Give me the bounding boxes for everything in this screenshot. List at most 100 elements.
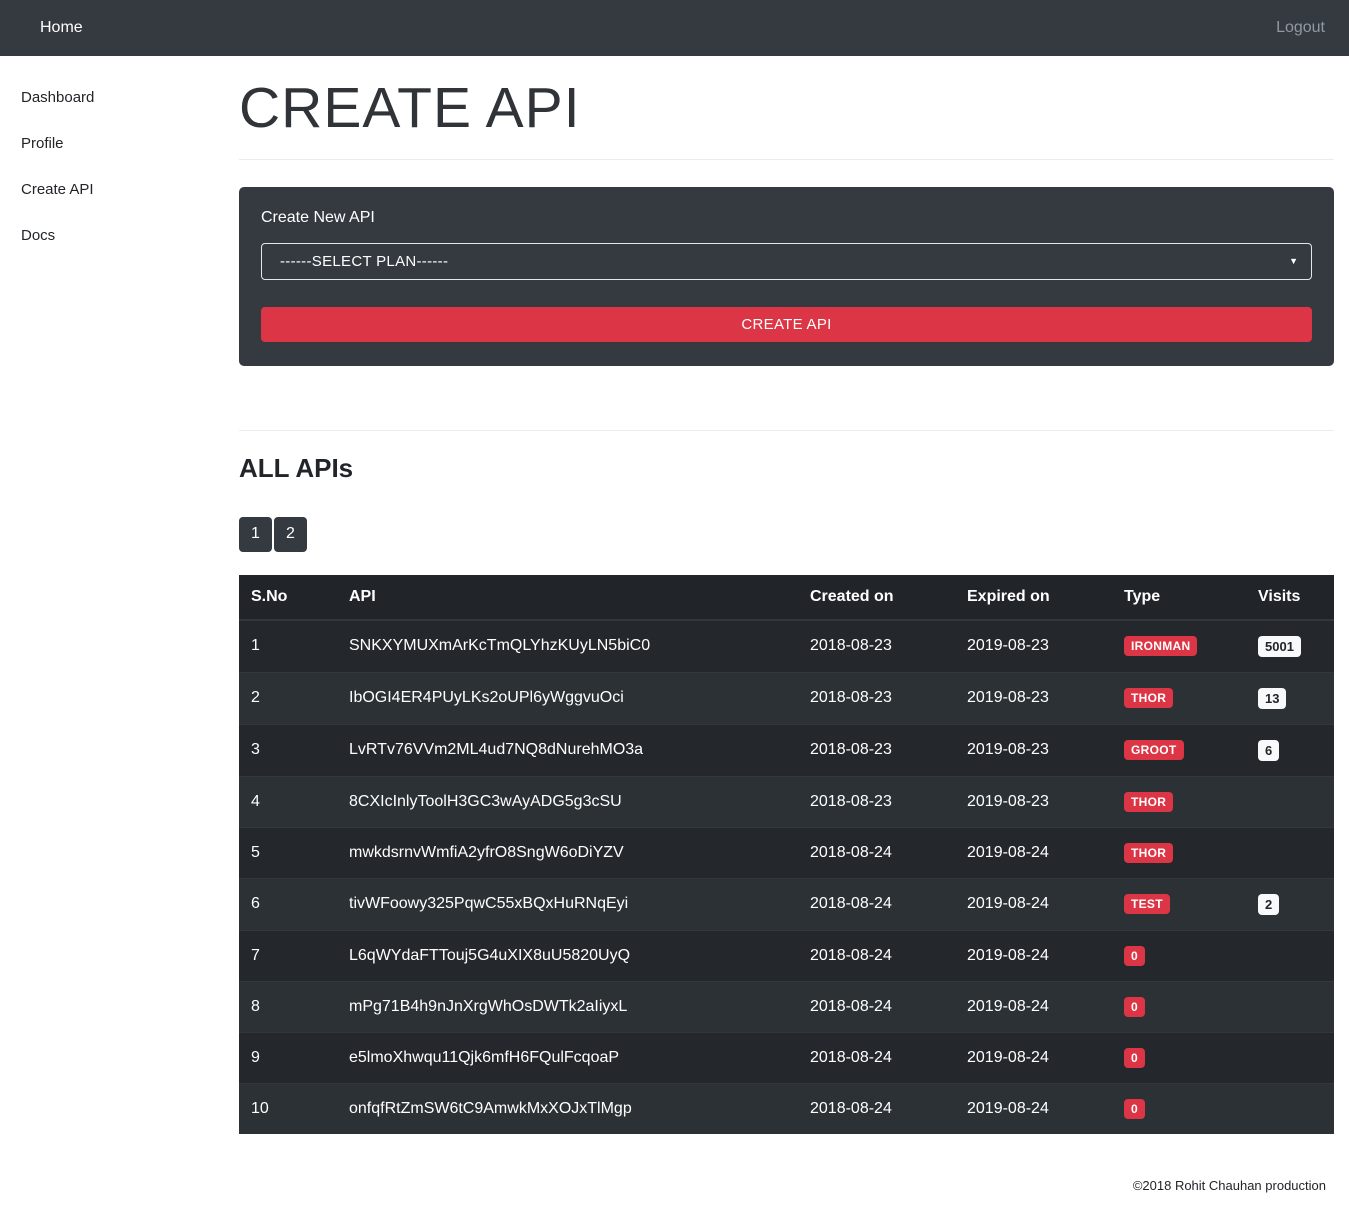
type-badge: TEST — [1124, 894, 1170, 915]
all-apis-title: ALL APIs — [239, 452, 354, 483]
api-cell: onfqfRtZmSW6tC9AmwkMxXOJxTlMgp — [337, 1082, 798, 1134]
table-row: 1 SNKXYMUXmArKcTmQLYhzKUyLN5biC0 2018-08-2… — [239, 619, 1334, 673]
expired-cell: 2019-08-24 — [955, 826, 1112, 879]
column-header-expired-on: Expired on — [955, 574, 1112, 621]
divider — [239, 158, 1334, 160]
type-cell: GROOT — [1112, 723, 1246, 777]
api-cell: e5lmoXhwqu11Qjk6mfH6FQulFcqoaP — [337, 1031, 798, 1084]
main-content: CREATE API Create New API ------SELECT P… — [239, 56, 1349, 1211]
type-badge: THOR — [1124, 688, 1174, 709]
type-badge: IRONMAN — [1124, 636, 1198, 657]
created-cell: 2018-08-24 — [798, 980, 955, 1033]
visits-cell: 13 — [1246, 671, 1334, 725]
table-row: 10 onfqfRtZmSW6tC9AmwkMxXOJxTlMgp 2018-08-… — [239, 1082, 1334, 1134]
type-badge: THOR — [1124, 791, 1174, 812]
pagination-page-2[interactable]: 2 — [274, 516, 307, 552]
type-badge: 0 — [1124, 996, 1145, 1017]
table-row: 5 mwkdsrnvWmfiA2yfrO8SngW6oDiYZV 2018-08-2… — [239, 826, 1334, 879]
sno-cell: 3 — [239, 723, 337, 777]
sidebar: Dashboard Profile Create API Docs — [0, 56, 239, 264]
visits-badge: 6 — [1258, 739, 1280, 761]
pagination-page-1[interactable]: 1 — [239, 516, 272, 552]
visits-cell — [1246, 929, 1334, 982]
visits-cell — [1246, 826, 1334, 879]
sno-cell: 8 — [239, 980, 337, 1033]
visits-cell — [1246, 1082, 1334, 1134]
expired-cell: 2019-08-24 — [955, 1031, 1112, 1084]
created-cell: 2018-08-23 — [798, 671, 955, 725]
table-row: 9 e5lmoXhwqu11Qjk6mfH6FQulFcqoaP 2018-08-2… — [239, 1031, 1334, 1084]
created-cell: 2018-08-24 — [798, 877, 955, 931]
table-row: 4 8CXIcInlyToolH3GC3wAyADG5g3cSU 2018-08-2… — [239, 775, 1334, 828]
page-layout: Dashboard Profile Create API Docs CREATE AP… — [0, 56, 1349, 1211]
column-header-api: API — [337, 574, 798, 621]
visits-cell: 5001 — [1246, 619, 1334, 673]
visits-cell: 2 — [1246, 877, 1334, 931]
created-cell: 2018-08-24 — [798, 826, 955, 879]
table-row: 8 mPg71B4h9nJnXrgWhOsDWTk2aIiyxL 2018-08-2… — [239, 980, 1334, 1033]
logout-link[interactable]: Logout — [1276, 19, 1325, 37]
plan-select[interactable]: ------SELECT PLAN------ — [261, 242, 1312, 280]
type-cell: IRONMAN — [1112, 619, 1246, 673]
table-header-row: S.No API Created on Expired on Type Visits — [239, 574, 1334, 621]
type-badge: THOR — [1124, 842, 1174, 863]
type-badge: 0 — [1124, 945, 1145, 966]
type-badge: GROOT — [1124, 740, 1184, 761]
type-cell: TEST — [1112, 877, 1246, 931]
visits-cell — [1246, 775, 1334, 828]
type-cell: THOR — [1112, 671, 1246, 725]
expired-cell: 2019-08-23 — [955, 671, 1112, 725]
api-cell: mwkdsrnvWmfiA2yfrO8SngW6oDiYZV — [337, 826, 798, 879]
api-cell: SNKXYMUXmArKcTmQLYhzKUyLN5biC0 — [337, 619, 798, 673]
sno-cell: 1 — [239, 619, 337, 673]
table-row: 7 L6qWYdaFTTouj5G4uXIX8uU5820UyQ 2018-08-2… — [239, 929, 1334, 982]
expired-cell: 2019-08-24 — [955, 929, 1112, 982]
home-link[interactable]: Home — [40, 19, 83, 37]
page-title: CREATE API — [239, 76, 581, 140]
visits-badge: 2 — [1258, 893, 1280, 915]
expired-cell: 2019-08-23 — [955, 619, 1112, 673]
plan-select-wrap: ------SELECT PLAN------ ▼ — [261, 242, 1312, 280]
table-row: 3 LvRTv76VVm2ML4ud7NQ8dNurehMO3a 2018-08-2… — [239, 723, 1334, 777]
column-header-type: Type — [1112, 574, 1246, 621]
api-cell: mPg71B4h9nJnXrgWhOsDWTk2aIiyxL — [337, 980, 798, 1033]
divider — [239, 429, 1334, 431]
top-navbar: Home Logout — [0, 0, 1349, 56]
pagination: 12 — [239, 516, 1334, 552]
sidebar-item-profile[interactable]: Profile — [21, 126, 239, 161]
table-body: 1 SNKXYMUXmArKcTmQLYhzKUyLN5biC0 2018-08-2… — [239, 619, 1334, 1134]
type-cell: THOR — [1112, 775, 1246, 828]
column-header-created-on: Created on — [798, 574, 955, 621]
type-badge: 0 — [1124, 1098, 1145, 1119]
sno-cell: 5 — [239, 826, 337, 879]
sidebar-item-dashboard[interactable]: Dashboard — [21, 80, 239, 115]
sno-cell: 4 — [239, 775, 337, 828]
sno-cell: 7 — [239, 929, 337, 982]
expired-cell: 2019-08-24 — [955, 877, 1112, 931]
sno-cell: 10 — [239, 1082, 337, 1134]
sno-cell: 9 — [239, 1031, 337, 1084]
sno-cell: 6 — [239, 877, 337, 931]
type-cell: 0 — [1112, 929, 1246, 982]
create-api-button[interactable]: CREATE API — [261, 306, 1312, 342]
api-cell: 8CXIcInlyToolH3GC3wAyADG5g3cSU — [337, 775, 798, 828]
visits-badge: 5001 — [1258, 635, 1301, 657]
visits-cell: 6 — [1246, 723, 1334, 777]
sidebar-nav: Dashboard Profile Create API Docs — [21, 80, 239, 253]
visits-cell — [1246, 1031, 1334, 1084]
sidebar-item-docs[interactable]: Docs — [21, 218, 239, 253]
sno-cell: 2 — [239, 671, 337, 725]
created-cell: 2018-08-23 — [798, 723, 955, 777]
sidebar-item-create-api[interactable]: Create API — [21, 172, 239, 207]
created-cell: 2018-08-23 — [798, 619, 955, 673]
type-cell: THOR — [1112, 826, 1246, 879]
type-cell: 0 — [1112, 1031, 1246, 1084]
api-cell: LvRTv76VVm2ML4ud7NQ8dNurehMO3a — [337, 723, 798, 777]
api-cell: IbOGI4ER4PUyLKs2oUPl6yWggvuOci — [337, 671, 798, 725]
type-cell: 0 — [1112, 980, 1246, 1033]
footer-copyright: ©2018 Rohit Chauhan production — [1132, 1177, 1326, 1193]
api-table: S.No API Created on Expired on Type Visits 1S… — [239, 574, 1334, 1134]
type-cell: 0 — [1112, 1082, 1246, 1134]
expired-cell: 2019-08-23 — [955, 775, 1112, 828]
type-badge: 0 — [1124, 1047, 1145, 1068]
